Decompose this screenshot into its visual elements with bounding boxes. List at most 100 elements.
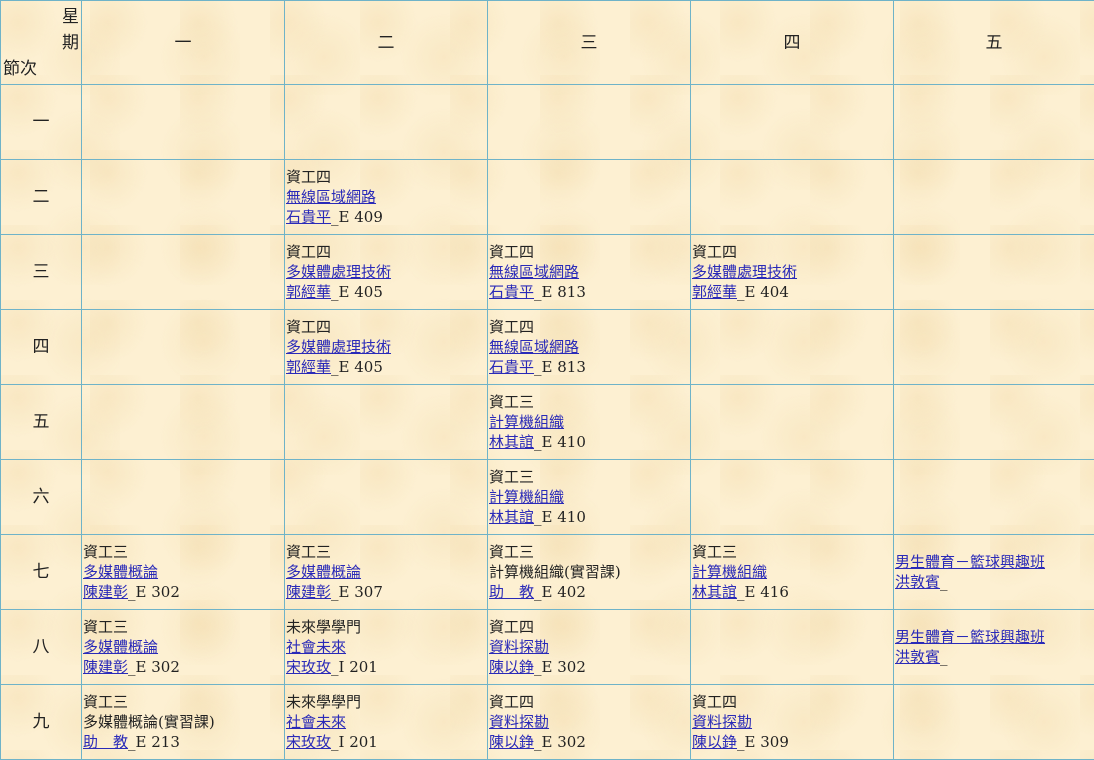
teacher-link[interactable]: 郭經華 — [286, 283, 331, 301]
room-number: _E 302 — [534, 733, 586, 751]
teacher-link[interactable]: 助 教 — [489, 583, 534, 601]
course-link[interactable]: 社會未來 — [286, 713, 346, 731]
teacher-link[interactable]: 石貴平 — [489, 358, 534, 376]
course-link[interactable]: 資料探勘 — [692, 713, 752, 731]
teacher-link[interactable]: 洪敦賓 — [895, 648, 940, 666]
teacher-link[interactable]: 陳以錚 — [489, 733, 534, 751]
teacher-link[interactable]: 石貴平 — [489, 283, 534, 301]
teacher-line: 林其誼_E 410 — [489, 432, 689, 452]
day-header-mon: 一 — [82, 1, 285, 85]
empty-cell — [285, 85, 488, 160]
course-line: 資料探勘 — [489, 712, 689, 732]
course-cell: 資工三多媒體概論陳建彰_E 307 — [285, 535, 488, 610]
course-line: 計算機組織(實習課) — [489, 562, 689, 582]
course-cell: 資工四資料探勘陳以錚_E 309 — [691, 685, 894, 760]
teacher-line: 林其誼_E 416 — [692, 582, 892, 602]
course-line: 多媒體概論 — [83, 637, 283, 657]
teacher-link[interactable]: 林其誼 — [692, 583, 737, 601]
course-link[interactable]: 多媒體概論 — [286, 563, 361, 581]
teacher-link[interactable]: 郭經華 — [692, 283, 737, 301]
course-link[interactable]: 無線區域網路 — [286, 188, 376, 206]
room-number: _I 201 — [331, 733, 378, 751]
teacher-line: 宋玫玫_I 201 — [286, 657, 486, 677]
course-link[interactable]: 男生體育－籃球興趣班 — [895, 628, 1045, 646]
teacher-link[interactable]: 助 教 — [83, 733, 128, 751]
teacher-link[interactable]: 宋玫玫 — [286, 658, 331, 676]
course-name: 計算機組織(實習課) — [489, 563, 621, 581]
empty-cell — [894, 460, 1094, 535]
course-link[interactable]: 多媒體概論 — [83, 563, 158, 581]
course-cell: 未來學學門社會未來宋玫玫_I 201 — [285, 685, 488, 760]
teacher-link[interactable]: 洪敦賓 — [895, 573, 940, 591]
course-link[interactable]: 計算機組織 — [692, 563, 767, 581]
empty-cell — [894, 310, 1094, 385]
period-label: 六 — [1, 460, 82, 535]
course-link[interactable]: 無線區域網路 — [489, 263, 579, 281]
class-group: 資工三 — [692, 542, 892, 562]
course-link[interactable]: 多媒體概論 — [83, 638, 158, 656]
empty-cell — [691, 85, 894, 160]
table-row: 六資工三計算機組織林其誼_E 410 — [1, 460, 1094, 535]
course-link[interactable]: 多媒體處理技術 — [286, 263, 391, 281]
header-row: 星 期 節次 一 二 三 四 五 — [1, 1, 1094, 85]
teacher-link[interactable]: 宋玫玫 — [286, 733, 331, 751]
teacher-link[interactable]: 陳建彰 — [286, 583, 331, 601]
teacher-link[interactable]: 郭經華 — [286, 358, 331, 376]
course-cell: 資工三多媒體概論陳建彰_E 302 — [82, 610, 285, 685]
period-label: 八 — [1, 610, 82, 685]
course-cell: 資工四無線區域網路石貴平_E 813 — [488, 310, 691, 385]
room-number: _ — [940, 648, 948, 666]
day-header-thu: 四 — [691, 1, 894, 85]
course-line: 計算機組織 — [489, 412, 689, 432]
course-line: 多媒體處理技術 — [286, 337, 486, 357]
teacher-line: 宋玫玫_I 201 — [286, 732, 486, 752]
course-cell: 資工三計算機組織林其誼_E 416 — [691, 535, 894, 610]
class-group: 資工三 — [489, 542, 689, 562]
corner-cell: 星 期 節次 — [1, 1, 82, 85]
room-number: _E 410 — [534, 433, 586, 451]
course-cell: 資工四無線區域網路石貴平_E 409 — [285, 160, 488, 235]
course-link[interactable]: 無線區域網路 — [489, 338, 579, 356]
table-row: 七資工三多媒體概論陳建彰_E 302資工三多媒體概論陳建彰_E 307資工三計算… — [1, 535, 1094, 610]
room-number: _E 302 — [128, 658, 180, 676]
course-link[interactable]: 計算機組織 — [489, 413, 564, 431]
teacher-line: 郭經華_E 405 — [286, 282, 486, 302]
course-cell: 資工四資料探勘陳以錚_E 302 — [488, 610, 691, 685]
teacher-line: 陳建彰_E 302 — [83, 582, 283, 602]
empty-cell — [691, 460, 894, 535]
empty-cell — [691, 610, 894, 685]
course-link[interactable]: 多媒體處理技術 — [692, 263, 797, 281]
table-row: 五資工三計算機組織林其誼_E 410 — [1, 385, 1094, 460]
teacher-line: 林其誼_E 410 — [489, 507, 689, 527]
period-label: 七 — [1, 535, 82, 610]
empty-cell — [82, 160, 285, 235]
room-number: _E 404 — [737, 283, 789, 301]
course-link[interactable]: 計算機組織 — [489, 488, 564, 506]
course-link[interactable]: 資料探勘 — [489, 713, 549, 731]
class-group: 資工三 — [83, 542, 283, 562]
teacher-link[interactable]: 陳建彰 — [83, 583, 128, 601]
course-line: 男生體育－籃球興趣班 — [895, 552, 1093, 572]
course-line: 多媒體處理技術 — [286, 262, 486, 282]
teacher-link[interactable]: 陳以錚 — [489, 658, 534, 676]
teacher-link[interactable]: 陳以錚 — [692, 733, 737, 751]
course-link[interactable]: 社會未來 — [286, 638, 346, 656]
course-link[interactable]: 多媒體處理技術 — [286, 338, 391, 356]
course-cell: 資工四多媒體處理技術郭經華_E 405 — [285, 235, 488, 310]
empty-cell — [82, 310, 285, 385]
teacher-line: 石貴平_E 813 — [489, 357, 689, 377]
teacher-link[interactable]: 林其誼 — [489, 433, 534, 451]
course-link[interactable]: 男生體育－籃球興趣班 — [895, 553, 1045, 571]
day-header-tue: 二 — [285, 1, 488, 85]
corner-period-label: 節次 — [3, 56, 79, 82]
class-group: 資工三 — [286, 542, 486, 562]
course-link[interactable]: 資料探勘 — [489, 638, 549, 656]
teacher-link[interactable]: 石貴平 — [286, 208, 331, 226]
teacher-link[interactable]: 林其誼 — [489, 508, 534, 526]
room-number: _I 201 — [331, 658, 378, 676]
teacher-link[interactable]: 陳建彰 — [83, 658, 128, 676]
room-number: _E 213 — [128, 733, 180, 751]
empty-cell — [285, 385, 488, 460]
empty-cell — [894, 385, 1094, 460]
course-line: 無線區域網路 — [489, 262, 689, 282]
